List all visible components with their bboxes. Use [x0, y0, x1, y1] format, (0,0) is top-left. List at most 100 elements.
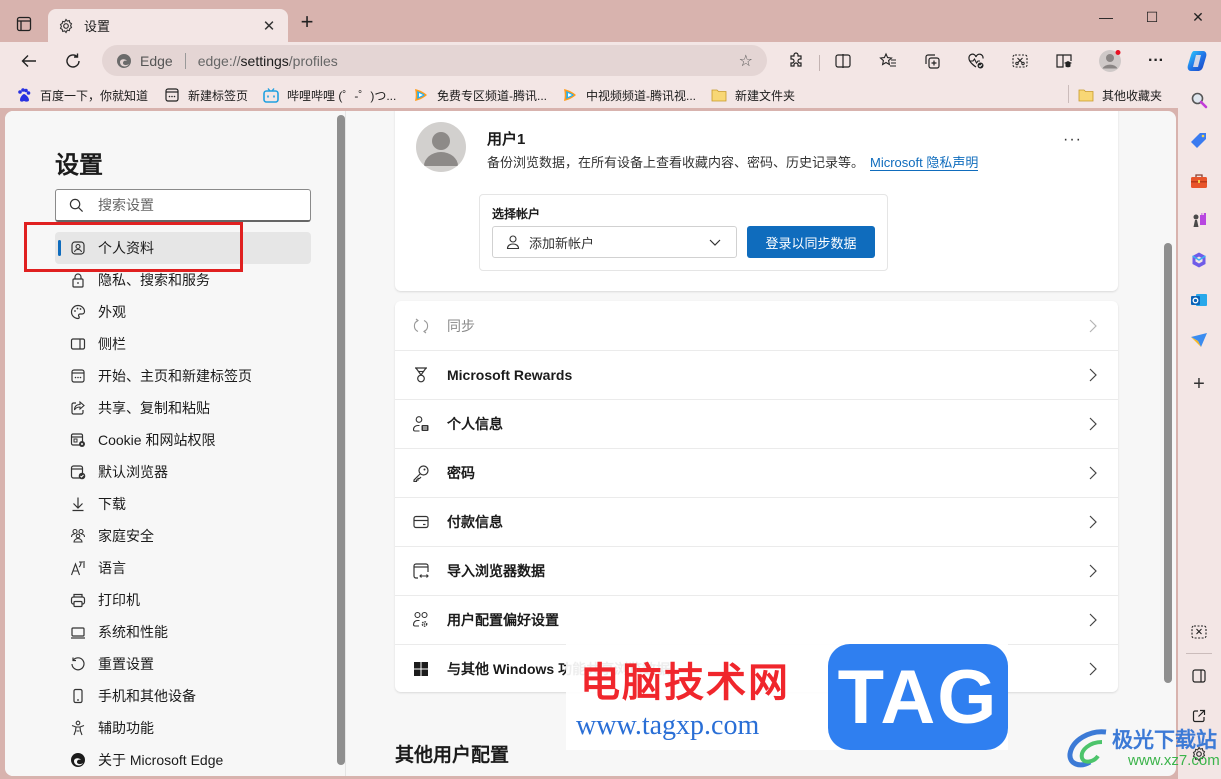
row-personal-info[interactable]: 个人信息: [395, 399, 1118, 448]
settings-nav: 设置 个人资料 隐私、搜索和服务 外观 侧栏: [5, 111, 345, 776]
minimize-button[interactable]: —: [1083, 4, 1129, 30]
settings-title: 设置: [55, 152, 103, 179]
favorite-star-icon[interactable]: ☆: [739, 51, 753, 71]
refresh-button[interactable]: [59, 47, 87, 75]
sidebar-games-button[interactable]: [1187, 208, 1211, 232]
row-microsoft-rewards[interactable]: Microsoft Rewards: [395, 350, 1118, 399]
download-icon: [69, 495, 87, 513]
nav-item-cookies[interactable]: Cookie 和网站权限: [55, 424, 311, 456]
chevron-down-icon: [709, 239, 721, 246]
share-icon: [69, 399, 87, 417]
lock-icon: [69, 271, 87, 289]
chevron-right-icon: [1089, 466, 1097, 480]
account-label: 选择帐户: [492, 207, 541, 221]
tab-actions-button[interactable]: [12, 12, 36, 36]
account-select[interactable]: 添加新帐户: [492, 226, 737, 258]
nav-item-downloads[interactable]: 下载: [55, 488, 311, 520]
search-box[interactable]: [55, 189, 311, 222]
sign-in-sync-button[interactable]: 登录以同步数据: [747, 226, 875, 258]
profile-avatar-icon: [1099, 50, 1121, 72]
favorite-item[interactable]: 哔哩哔哩 (゜-゜)つ...: [263, 85, 396, 105]
chevron-right-icon: [1089, 417, 1097, 431]
bilibili-icon: [263, 87, 279, 103]
profile-more-button[interactable]: ···: [1063, 131, 1082, 149]
education-button[interactable]: [1050, 47, 1078, 75]
extensions-button[interactable]: [782, 47, 810, 75]
row-profile-preferences[interactable]: 用户配置偏好设置: [395, 595, 1118, 644]
education-icon: [1056, 54, 1072, 68]
search-settings-input[interactable]: [98, 197, 298, 213]
nav-item-default-browser[interactable]: 默认浏览器: [55, 456, 311, 488]
laptop-icon: [69, 623, 87, 641]
nav-item-appearance[interactable]: 外观: [55, 296, 311, 328]
row-import-data[interactable]: 导入浏览器数据: [395, 546, 1118, 595]
sidebar-search-button[interactable]: [1187, 88, 1211, 112]
copilot-icon: [1187, 51, 1207, 71]
profile-name: 用户1: [487, 131, 526, 148]
sidebar-toggle-icon: [1192, 669, 1206, 683]
sidebar-m365-button[interactable]: [1187, 248, 1211, 272]
family-icon: [69, 527, 87, 545]
privacy-statement-link[interactable]: Microsoft 隐私声明: [870, 155, 979, 171]
main-scrollbar[interactable]: [1164, 243, 1172, 683]
sidebar-toggle-button[interactable]: [1187, 664, 1211, 688]
sidebar-outlook-button[interactable]: [1187, 288, 1211, 312]
nav-item-printers[interactable]: 打印机: [55, 584, 311, 616]
other-favorites-folder[interactable]: 其他收藏夹: [1078, 85, 1162, 105]
tab-settings[interactable]: 设置 ✕: [48, 9, 288, 42]
row-passwords[interactable]: 密码: [395, 448, 1118, 497]
phone-icon: [69, 687, 87, 705]
sidebar-shopping-button[interactable]: [1187, 129, 1211, 153]
nav-item-sidebar[interactable]: 侧栏: [55, 328, 311, 360]
site-label: Edge: [140, 52, 173, 69]
more-button[interactable]: ···: [1142, 47, 1170, 75]
favorites-button[interactable]: [874, 47, 902, 75]
nav-item-phone-devices[interactable]: 手机和其他设备: [55, 680, 311, 712]
outlook-icon: [1191, 294, 1207, 306]
nav-item-reset[interactable]: 重置设置: [55, 648, 311, 680]
split-screen-icon: [835, 54, 851, 68]
back-button[interactable]: [15, 47, 43, 75]
watermark-xz7-cn: 极光下载站: [1112, 729, 1217, 752]
favorite-folder[interactable]: 新建文件夹: [711, 85, 795, 105]
card-icon: [411, 512, 431, 532]
nav-item-accessibility[interactable]: 辅助功能: [55, 712, 311, 744]
sidebar-send-button[interactable]: [1187, 328, 1211, 352]
sidebar-tools-button[interactable]: [1187, 169, 1211, 193]
nav-scrollbar[interactable]: [337, 115, 345, 765]
favorite-item[interactable]: 免费专区频道-腾讯...: [413, 85, 547, 105]
folder-icon: [1078, 87, 1094, 103]
maximize-button[interactable]: ☐: [1129, 4, 1175, 30]
collections-button[interactable]: [918, 47, 946, 75]
cookie-icon: [69, 431, 87, 449]
url-text: edge://settings/profiles: [197, 52, 338, 69]
favorite-item[interactable]: 新建标签页: [164, 85, 248, 105]
row-sync[interactable]: 同步: [395, 301, 1118, 350]
tab-close-icon[interactable]: ✕: [260, 17, 278, 35]
nav-item-languages[interactable]: 语言: [55, 552, 311, 584]
row-payment-info[interactable]: 付款信息: [395, 497, 1118, 546]
chevron-right-icon: [1089, 515, 1097, 529]
browser-essentials-button[interactable]: [962, 47, 990, 75]
nav-item-family-safety[interactable]: 家庭安全: [55, 520, 311, 552]
profile-button[interactable]: [1096, 47, 1124, 75]
toolbar: Edge edge://settings/profiles ☆ ···: [0, 42, 1221, 80]
nav-item-about[interactable]: 关于 Microsoft Edge: [55, 744, 311, 776]
split-screen-button[interactable]: [829, 47, 857, 75]
tab-title: 设置: [84, 19, 111, 34]
nav-item-share-copy-paste[interactable]: 共享、复制和粘贴: [55, 392, 311, 424]
nav-item-system[interactable]: 系统和性能: [55, 616, 311, 648]
screenshot-button[interactable]: [1006, 47, 1034, 75]
address-bar[interactable]: Edge edge://settings/profiles ☆: [102, 45, 767, 76]
back-icon: [21, 55, 36, 67]
chevron-right-icon: [1089, 368, 1097, 382]
sidebar-screenshot-button[interactable]: [1187, 620, 1211, 644]
favorite-item[interactable]: 中视频频道-腾讯视...: [562, 85, 696, 105]
new-tab-button[interactable]: +: [296, 11, 318, 34]
copilot-button[interactable]: [1184, 47, 1212, 75]
favorite-item[interactable]: 百度一下，你就知道: [16, 85, 148, 105]
close-window-button[interactable]: ✕: [1175, 4, 1221, 30]
nav-item-start-home[interactable]: 开始、主页和新建标签页: [55, 360, 311, 392]
xz7-logo-icon: [1067, 729, 1107, 768]
sidebar-add-button[interactable]: +: [1187, 372, 1211, 396]
